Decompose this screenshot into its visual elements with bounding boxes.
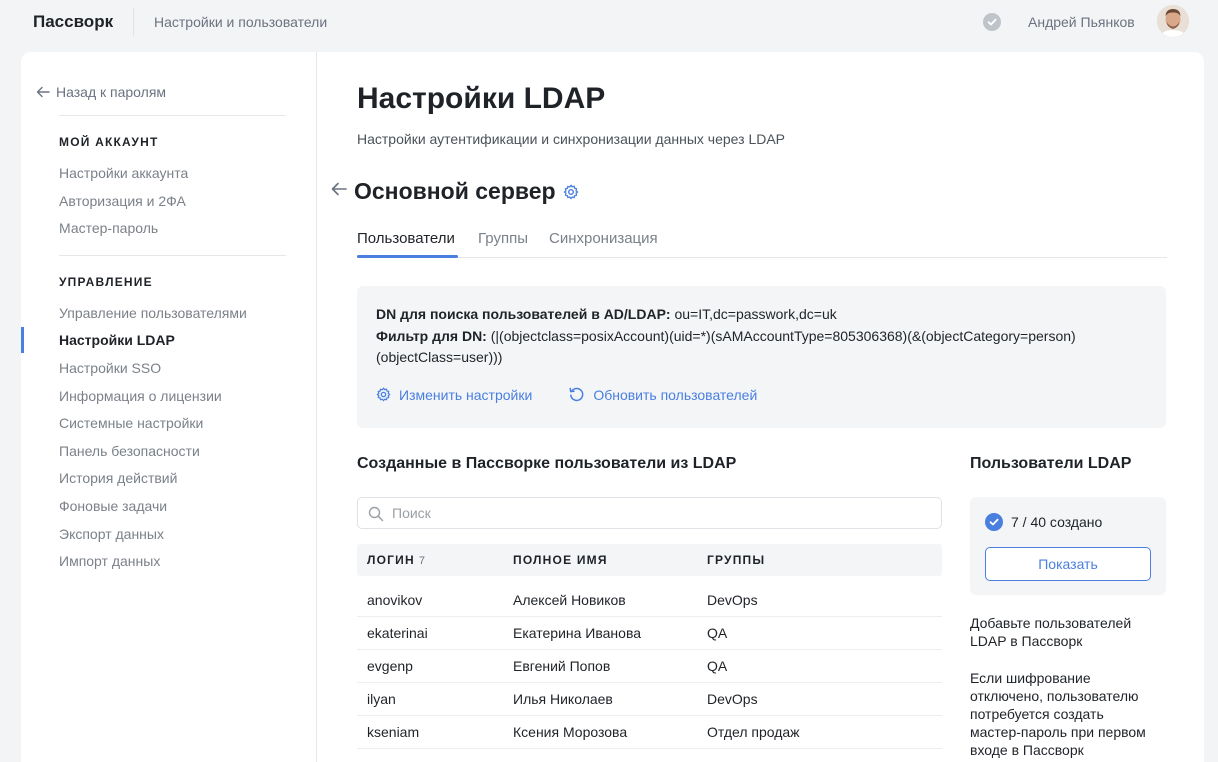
- cell-groups: DevOps: [707, 592, 758, 608]
- sidebar-item-license-info[interactable]: Информация о лицензии: [59, 388, 222, 404]
- cell-groups: Отдел продаж: [707, 724, 800, 740]
- sidebar-item-account-settings[interactable]: Настройки аккаунта: [59, 165, 188, 181]
- filter-label: Фильтр для DN:: [376, 328, 487, 344]
- sidebar-item-background-tasks[interactable]: Фоновые задачи: [59, 498, 167, 514]
- ldap-users-title: Пользователи LDAP: [970, 455, 1132, 472]
- ldap-status-text: 7 / 40 создано: [1011, 514, 1103, 530]
- created-users-title: Созданные в Пассворке пользователи из LD…: [357, 455, 737, 472]
- arrow-left-icon: [36, 86, 50, 98]
- table-row[interactable]: kseniam Ксения Морозова Отдел продаж: [357, 716, 942, 749]
- back-to-passwords-link[interactable]: Назад к паролям: [36, 84, 166, 100]
- cell-login: evgenp: [367, 658, 413, 674]
- sidebar: Назад к паролям МОЙ АККАУНТ Настройки ак…: [21, 52, 317, 762]
- gear-icon: [376, 387, 391, 402]
- dn-line: DN для поиска пользователей в AD/LDAP: o…: [376, 304, 837, 325]
- cell-full-name: Алексей Новиков: [513, 592, 626, 608]
- server-back-button[interactable]: [331, 182, 347, 201]
- section-heading-manage: УПРАВЛЕНИЕ: [59, 275, 153, 289]
- cell-full-name: Екатерина Иванова: [513, 625, 642, 641]
- active-item-indicator: [21, 327, 24, 353]
- search-input[interactable]: [392, 498, 932, 528]
- filter-value-cont: (objectClass=user))): [376, 349, 503, 365]
- sidebar-item-master-password[interactable]: Мастер-пароль: [59, 220, 158, 236]
- sidebar-item-security-dashboard[interactable]: Панель безопасности: [59, 443, 200, 459]
- table-row[interactable]: evgenp Евгений Попов QA: [357, 650, 942, 683]
- sidebar-divider: [59, 255, 286, 256]
- ldap-info-panel: DN для поиска пользователей в AD/LDAP: o…: [357, 286, 1166, 428]
- active-tab-underline: [357, 255, 458, 258]
- topbar-divider: [133, 8, 134, 36]
- cell-groups: QA: [707, 625, 728, 641]
- dn-label: DN для поиска пользователей в AD/LDAP:: [376, 306, 671, 322]
- back-link-label: Назад к паролям: [56, 84, 167, 100]
- refresh-users-button[interactable]: Обновить пользователей: [568, 386, 757, 403]
- sidebar-item-activity-log[interactable]: История действий: [59, 470, 177, 486]
- search-field[interactable]: [357, 497, 942, 529]
- cell-groups: DevOps: [707, 691, 758, 707]
- refresh-users-label: Обновить пользователей: [593, 386, 758, 403]
- sidebar-item-user-management[interactable]: Управление пользователями: [59, 305, 247, 321]
- login-count: 7: [418, 555, 425, 567]
- ldap-users-box: 7 / 40 создано Показать: [970, 497, 1166, 595]
- ldap-status: 7 / 40 создано: [985, 513, 1102, 531]
- column-header-login[interactable]: ЛОГИН 7: [367, 553, 425, 567]
- cell-login: kseniam: [367, 724, 420, 740]
- ldap-note-add: Добавьте пользователей LDAP в Пассворк: [970, 615, 1132, 649]
- server-title: Основной сервер: [354, 178, 556, 204]
- tabs: Пользователи Группы Синхронизация: [357, 228, 1167, 258]
- dn-value: ou=IT,dc=passwork,dc=uk: [674, 306, 837, 322]
- sidebar-item-auth-2fa[interactable]: Авторизация и 2ФА: [59, 193, 186, 209]
- sidebar-item-sso-settings[interactable]: Настройки SSO: [59, 360, 161, 376]
- page-subtitle: Настройки аутентификации и синхронизации…: [357, 131, 786, 147]
- filter-value: (|(objectclass=posixAccount)(uid=*)(sAMA…: [490, 328, 1076, 344]
- brand-logo[interactable]: Пассворк: [33, 12, 113, 32]
- tab-sync[interactable]: Синхронизация: [549, 230, 658, 247]
- cell-login: ekaterinai: [367, 625, 428, 641]
- show-button[interactable]: Показать: [985, 547, 1151, 581]
- cell-login: ilyan: [367, 691, 396, 707]
- sidebar-item-ldap-settings[interactable]: Настройки LDAP: [59, 332, 175, 348]
- arrow-left-icon: [331, 182, 347, 196]
- refresh-icon: [569, 387, 584, 402]
- search-icon: [368, 506, 384, 522]
- column-login-label: ЛОГИН: [367, 553, 415, 567]
- server-settings-gear-icon[interactable]: [563, 184, 579, 205]
- filter-line: Фильтр для DN: (|(objectclass=posixAccou…: [376, 326, 1146, 368]
- column-header-groups[interactable]: ГРУППЫ: [707, 553, 765, 567]
- top-bar: Пассворк Настройки и пользователи Андрей…: [0, 0, 1218, 46]
- table-row[interactable]: ilyan Илья Николаев DevOps: [357, 683, 942, 716]
- sidebar-item-system-settings[interactable]: Системные настройки: [59, 415, 203, 431]
- sidebar-divider: [59, 115, 286, 116]
- cell-groups: QA: [707, 658, 728, 674]
- sidebar-item-data-export[interactable]: Экспорт данных: [59, 526, 164, 542]
- sidebar-item-data-import[interactable]: Импорт данных: [59, 553, 160, 569]
- table-header: ЛОГИН 7 ПОЛНОЕ ИМЯ ГРУППЫ: [357, 544, 942, 576]
- avatar[interactable]: [1157, 5, 1189, 37]
- edit-settings-label: Изменить настройки: [399, 386, 533, 403]
- check-status-icon[interactable]: [983, 13, 1001, 31]
- settings-card: Назад к паролям МОЙ АККАУНТ Настройки ак…: [21, 52, 1204, 762]
- tab-groups[interactable]: Группы: [478, 230, 528, 247]
- table-row[interactable]: ekaterinai Екатерина Иванова QA: [357, 617, 942, 650]
- table-row[interactable]: anovikov Алексей Новиков DevOps: [357, 584, 942, 617]
- info-actions: Изменить настройки Обновить пользователе…: [376, 386, 757, 403]
- tab-users[interactable]: Пользователи: [357, 230, 455, 247]
- breadcrumb[interactable]: Настройки и пользователи: [154, 14, 327, 30]
- page-title: Настройки LDAP: [357, 82, 606, 115]
- cell-full-name: Илья Николаев: [513, 691, 613, 707]
- cell-login: anovikov: [367, 592, 423, 608]
- column-header-full-name[interactable]: ПОЛНОЕ ИМЯ: [513, 553, 608, 567]
- section-heading-account: МОЙ АККАУНТ: [59, 135, 159, 149]
- edit-settings-button[interactable]: Изменить настройки: [376, 386, 532, 403]
- check-circle-icon: [985, 513, 1003, 531]
- cell-full-name: Евгений Попов: [513, 658, 611, 674]
- ldap-note-encryption: Если шифрование отключено, пользователю …: [970, 670, 1146, 758]
- main-content: Настройки LDAP Настройки аутентификации …: [317, 52, 1204, 762]
- user-name[interactable]: Андрей Пьянков: [1028, 14, 1135, 30]
- cell-full-name: Ксения Морозова: [513, 724, 628, 740]
